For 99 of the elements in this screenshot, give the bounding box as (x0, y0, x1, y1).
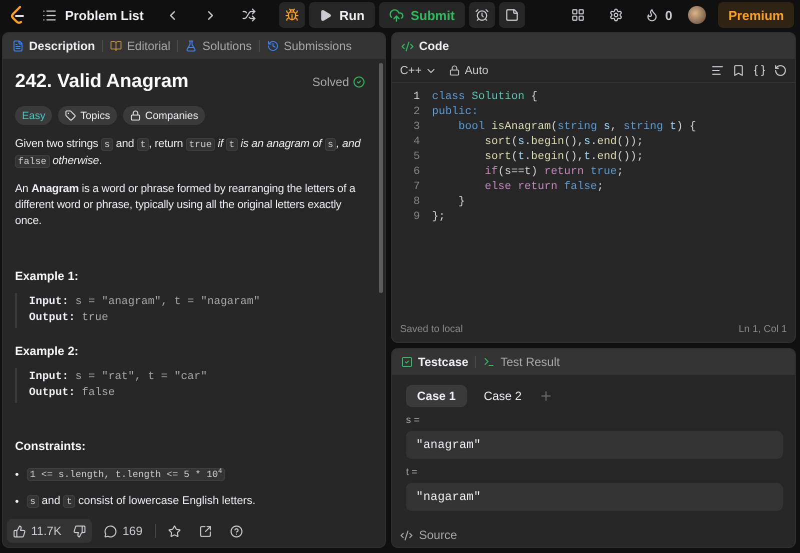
scrollbar-thumb[interactable] (379, 63, 383, 293)
example-input-text: Input: s = "anagram", t = "nagaram" (29, 295, 262, 310)
avatar-icon[interactable] (688, 6, 706, 24)
bookmark-icon[interactable] (732, 64, 745, 77)
panel-tab[interactable]: Testcase (398, 351, 472, 373)
code-line: if(s==t) return true; (484, 166, 624, 178)
flask-icon (185, 40, 198, 52)
example-output-text: Output: false (29, 386, 116, 401)
tag-icon (65, 110, 76, 121)
difficulty-badge[interactable]: Easy (15, 106, 52, 125)
code-line: public: (432, 106, 478, 118)
solved-status: Solved (312, 75, 365, 89)
help-icon (230, 524, 242, 538)
format-icon[interactable] (711, 64, 724, 77)
case-tab[interactable]: Case 1 (406, 385, 467, 407)
description-paragraph: An Anagram is a word or phrase formed by rearranging the letters of a different word or phrase, typically using all the original letters exactly once. (15, 182, 356, 229)
comment-icon (104, 524, 118, 538)
panel-tab[interactable]: Test Result (480, 351, 563, 373)
constraints-title: Constraints: (15, 439, 87, 453)
line-number: 1 (412, 90, 420, 102)
description-paragraph: Given two strings s and t , return true if t is an anagram of s , and false otherwise. (15, 137, 362, 170)
document-icon (12, 40, 24, 52)
reset-icon[interactable] (774, 64, 787, 77)
code-line: class Solution { (432, 90, 538, 102)
line-number: 7 (412, 180, 420, 192)
line-number: 5 (412, 150, 420, 162)
debug-button[interactable] (279, 2, 306, 28)
lock-icon (130, 110, 142, 121)
run-button[interactable]: Run (309, 2, 375, 28)
example-output-text: Output: true (29, 311, 110, 326)
thumbs-up-icon (13, 524, 26, 538)
line-number: 6 (412, 166, 420, 178)
shuffle-icon (242, 8, 256, 22)
language-select[interactable]: C++ (400, 64, 437, 76)
panel-tab[interactable]: Solutions (182, 35, 255, 57)
book-icon (110, 40, 122, 52)
bug-icon (285, 8, 300, 22)
panel-tab[interactable]: Editorial (107, 35, 174, 57)
flame-icon (645, 8, 660, 22)
code-line: else return false; (484, 180, 604, 192)
code-line: } (457, 196, 466, 208)
code-line: sort(s.begin(),s.end()); (484, 136, 644, 148)
timer-button[interactable] (468, 2, 495, 28)
parameter-label: s = (406, 415, 421, 426)
example-title: Example 2: (15, 344, 80, 358)
parameter-field[interactable]: "anagram" (406, 431, 783, 459)
line-number: 4 (412, 136, 420, 148)
constraint-text: s and t consist of lowercase English letters. (26, 492, 256, 511)
checkbox-icon (401, 356, 413, 368)
line-number: 9 (412, 210, 420, 222)
braces-icon[interactable] (753, 64, 766, 77)
line-number: 8 (412, 196, 420, 208)
problem-list-button[interactable]: Problem List (38, 2, 148, 28)
code-line: }; (432, 210, 446, 222)
problem-title: 242. Valid Anagram (15, 71, 189, 93)
line-number: 3 (412, 120, 420, 132)
code-icon (400, 528, 413, 542)
example-input-text: Input: s = "rat", t = "car" (29, 370, 208, 385)
tag-chip[interactable]: Companies (123, 106, 206, 125)
constraint-text: 1 <= s.length, t.length <= 5 * 10$^{4}$ (26, 465, 226, 484)
tag-chip[interactable]: Topics (58, 106, 118, 125)
check-icon (353, 76, 365, 88)
source-label[interactable]: Source (419, 528, 458, 542)
code-icon (401, 40, 414, 52)
notes-button[interactable] (498, 2, 525, 28)
add-icon[interactable] (538, 389, 553, 403)
comments-button[interactable]: 169 (98, 519, 148, 543)
lock-icon (448, 65, 460, 76)
code-line: bool isAnagram(string s, string t) { (457, 120, 696, 132)
code-tab[interactable]: Code (398, 35, 452, 57)
alarm-clock-icon (474, 8, 489, 22)
example-title: Example 1: (15, 269, 80, 283)
history-icon (266, 40, 279, 52)
list-icon (42, 8, 57, 22)
save-status: Saved to local (400, 324, 463, 334)
submit-button[interactable]: Submit (378, 2, 465, 28)
auto-mode: Auto (448, 64, 488, 76)
cloud-upload-icon (388, 8, 404, 22)
parameter-label: t = (406, 467, 418, 478)
star-icon (168, 524, 180, 538)
external-link-icon (198, 524, 212, 538)
bullet-marker: • (15, 494, 19, 510)
thumbs-down-icon (73, 524, 86, 538)
code-line: sort(t.begin(),t.end()); (484, 150, 644, 162)
terminal-icon (483, 356, 496, 368)
case-tab[interactable]: Case 2 (472, 385, 533, 407)
premium-button[interactable]: Premium (718, 2, 794, 28)
bullet-marker: • (15, 468, 19, 482)
line-number: 2 (412, 106, 420, 118)
panel-tab[interactable]: Description (9, 35, 98, 57)
panel-tab[interactable]: Submissions (264, 35, 355, 57)
logo-icon[interactable] (10, 6, 26, 24)
streak-button[interactable]: 0 (641, 2, 676, 28)
grid-icon (571, 8, 586, 22)
play-icon (319, 8, 332, 22)
cursor-position: Ln 1, Col 1 (738, 324, 787, 334)
parameter-field[interactable]: "nagaram" (406, 483, 783, 511)
settings-icon (609, 8, 624, 22)
note-icon (504, 8, 519, 22)
